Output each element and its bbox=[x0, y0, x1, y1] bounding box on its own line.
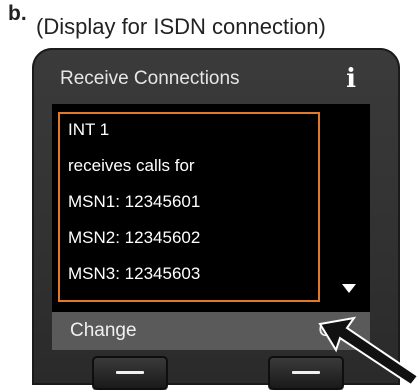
display-title-bar: Receive Connections i bbox=[52, 60, 370, 98]
display-screen: INT 1 receives calls for MSN1: 12345601 … bbox=[52, 104, 370, 312]
figure-caption: (Display for ISDN connection) bbox=[36, 14, 326, 39]
list-item: receives calls for bbox=[68, 156, 195, 175]
figure-label: b. bbox=[8, 2, 27, 25]
list-item: INT 1 bbox=[68, 120, 110, 139]
info-icon: i bbox=[346, 64, 356, 94]
list-item: MSN2: 12345602 bbox=[68, 228, 201, 247]
list-item: MSN3: 12345603 bbox=[68, 264, 201, 283]
softkey-change-label[interactable]: Change bbox=[70, 312, 137, 350]
scroll-down-icon bbox=[342, 284, 356, 293]
pointer-arrow-icon bbox=[318, 316, 420, 385]
display-title: Receive Connections bbox=[60, 68, 240, 89]
list-item: MSN1: 12345601 bbox=[68, 192, 201, 211]
selection-box: INT 1 receives calls for MSN1: 12345601 … bbox=[58, 112, 320, 302]
